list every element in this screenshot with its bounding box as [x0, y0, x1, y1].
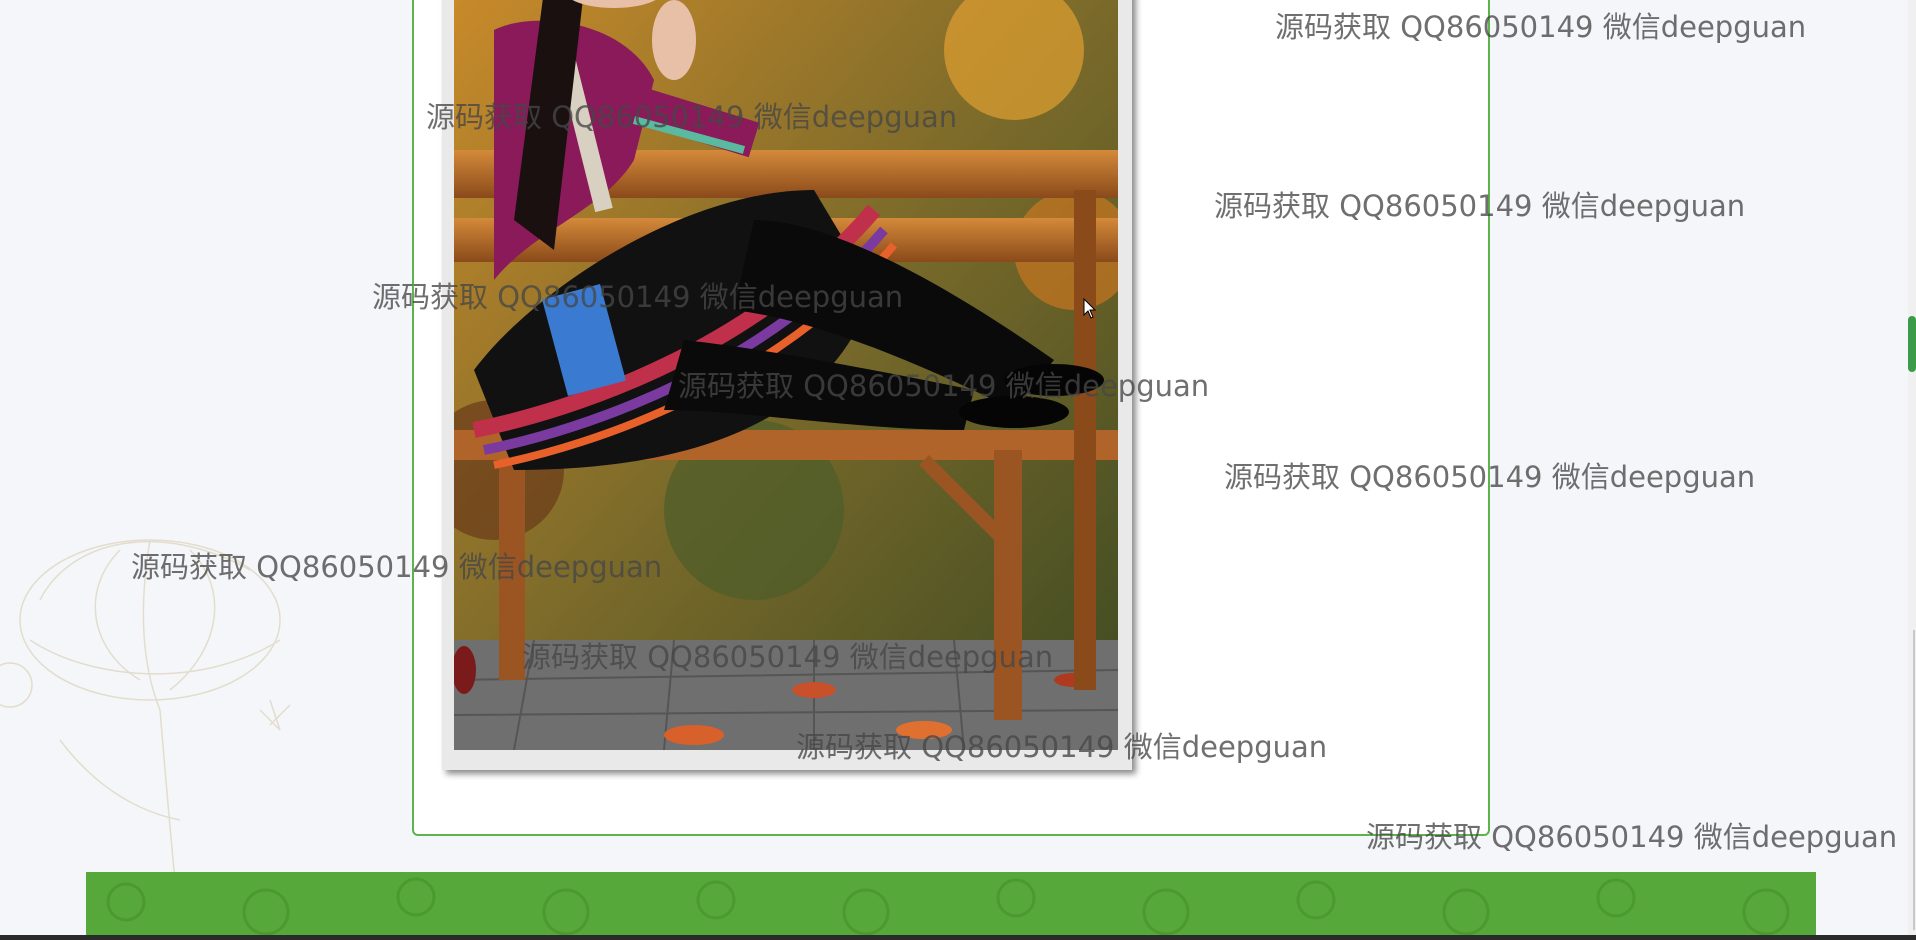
photo-image — [454, 0, 1118, 750]
lotus-line-art-icon — [0, 539, 291, 880]
mouse-pointer-icon — [1083, 298, 1097, 319]
scrollbar-line — [1913, 630, 1915, 930]
photo-frame — [442, 0, 1132, 770]
scrollbar-thumb[interactable] — [1908, 316, 1916, 372]
window-bottom-edge — [0, 935, 1916, 940]
footer-band — [86, 872, 1816, 940]
page: 源码获取 QQ86050149 微信deepguan 源码获取 QQ860501… — [0, 0, 1916, 940]
